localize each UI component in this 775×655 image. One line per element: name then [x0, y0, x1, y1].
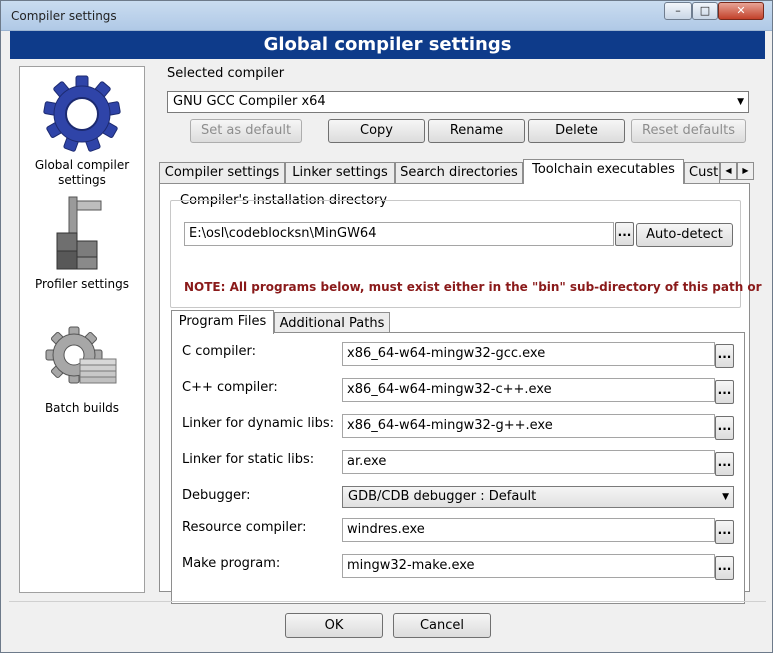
gear-icon	[43, 75, 121, 152]
minimize-button[interactable]: –	[664, 2, 692, 20]
window-title: Compiler settings	[11, 9, 117, 23]
maximize-button[interactable]: □	[692, 2, 718, 20]
cpp-compiler-input[interactable]: x86_64-w64-mingw32-c++.exe	[342, 378, 715, 402]
sidebar-item-global-compiler[interactable]: Global compiler settings	[20, 72, 144, 188]
auto-detect-button[interactable]: Auto-detect	[636, 223, 733, 247]
make-program-label: Make program:	[182, 556, 281, 571]
compiler-settings-window: Compiler settings – □ ✕ Global compiler …	[0, 0, 773, 653]
compiler-select-value: GNU GCC Compiler x64	[173, 94, 326, 109]
copy-button[interactable]: Copy	[328, 119, 425, 143]
debugger-label: Debugger:	[182, 488, 251, 503]
toolchain-panel: Compiler's installation directory E:\osl…	[159, 183, 762, 604]
program-files-panel: C compiler: x86_64-w64-mingw32-gcc.exe .…	[171, 332, 745, 604]
dialog-client: Global compiler settings Global compiler…	[9, 31, 766, 648]
resource-compiler-label: Resource compiler:	[182, 520, 307, 535]
tab-custom-truncated[interactable]: Cust	[684, 162, 720, 183]
tab-scroll-right-icon[interactable]: ▶	[737, 162, 754, 180]
tab-program-files[interactable]: Program Files	[171, 310, 274, 334]
footer-divider	[9, 601, 766, 602]
linker-static-input[interactable]: ar.exe	[342, 450, 715, 474]
tab-linker-settings[interactable]: Linker settings	[285, 162, 395, 183]
sidebar-item-batch-builds[interactable]: Batch builds	[20, 325, 144, 415]
linker-dynamic-label: Linker for dynamic libs:	[182, 416, 334, 431]
ok-button[interactable]: OK	[285, 613, 383, 638]
c-compiler-input[interactable]: x86_64-w64-mingw32-gcc.exe	[342, 342, 715, 366]
chevron-down-icon: ▼	[737, 97, 744, 107]
selected-compiler-label: Selected compiler	[167, 66, 285, 81]
resource-compiler-input[interactable]: windres.exe	[342, 518, 715, 542]
linker-dynamic-browse-button[interactable]: ...	[715, 416, 734, 440]
sidebar-item-label: Profiler settings	[35, 277, 129, 291]
install-dir-input[interactable]: E:\osl\codeblocksn\MinGW64	[184, 222, 614, 246]
page-title: Global compiler settings	[10, 31, 765, 59]
tab-scroll-left-icon[interactable]: ◀	[720, 162, 737, 180]
tab-toolchain-executables[interactable]: Toolchain executables	[523, 159, 684, 184]
cpp-compiler-label: C++ compiler:	[182, 380, 278, 395]
reset-defaults-button[interactable]: Reset defaults	[631, 119, 746, 143]
settings-tabs: Compiler settings Linker settings Search…	[159, 159, 754, 184]
tab-additional-paths[interactable]: Additional Paths	[274, 312, 390, 334]
tab-compiler-settings[interactable]: Compiler settings	[159, 162, 285, 183]
delete-button[interactable]: Delete	[528, 119, 625, 143]
linker-dynamic-input[interactable]: x86_64-w64-mingw32-g++.exe	[342, 414, 715, 438]
resource-compiler-browse-button[interactable]: ...	[715, 520, 734, 544]
make-program-input[interactable]: mingw32-make.exe	[342, 554, 715, 578]
install-dir-browse-button[interactable]: ...	[615, 222, 634, 246]
tab-search-directories[interactable]: Search directories	[395, 162, 523, 183]
chevron-down-icon: ▼	[722, 492, 729, 502]
settings-sidebar: Global compiler settings Profiler settin…	[19, 66, 145, 593]
linker-static-label: Linker for static libs:	[182, 452, 315, 467]
debugger-select[interactable]: GDB/CDB debugger : Default ▼	[342, 486, 734, 508]
set-default-button[interactable]: Set as default	[190, 119, 302, 143]
make-program-browse-button[interactable]: ...	[715, 556, 734, 580]
c-compiler-label: C compiler:	[182, 344, 256, 359]
compiler-select[interactable]: GNU GCC Compiler x64 ▼	[167, 91, 749, 113]
profiler-icon	[56, 196, 102, 270]
install-dir-note: NOTE: All programs below, must exist eit…	[184, 280, 762, 294]
sidebar-item-profiler[interactable]: Profiler settings	[20, 193, 144, 291]
sidebar-item-label: Batch builds	[44, 401, 120, 415]
rename-button[interactable]: Rename	[428, 119, 525, 143]
cancel-button[interactable]: Cancel	[393, 613, 491, 638]
c-compiler-browse-button[interactable]: ...	[715, 344, 734, 368]
batch-builds-icon	[45, 326, 117, 384]
sidebar-item-label: Global compiler settings	[34, 158, 130, 187]
debugger-select-value: GDB/CDB debugger : Default	[348, 489, 537, 504]
title-bar[interactable]: Compiler settings – □ ✕	[1, 1, 772, 31]
linker-static-browse-button[interactable]: ...	[715, 452, 734, 476]
cpp-compiler-browse-button[interactable]: ...	[715, 380, 734, 404]
close-button[interactable]: ✕	[718, 2, 764, 20]
